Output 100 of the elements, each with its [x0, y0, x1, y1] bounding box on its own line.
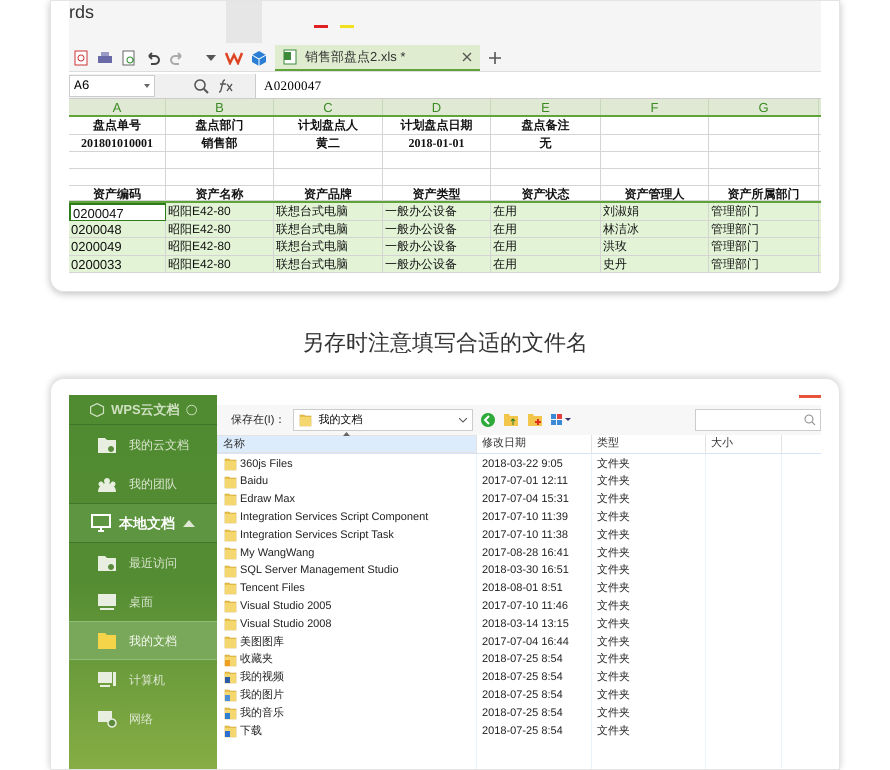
table-cell[interactable]	[383, 152, 491, 169]
table-cell[interactable]: 一般办公设备	[383, 238, 491, 256]
table-cell[interactable]: 资产类型	[383, 186, 491, 201]
file-name[interactable]: SQL Server Management Studio	[217, 562, 477, 579]
table-cell[interactable]: 刘淑娟	[601, 203, 709, 220]
file-name[interactable]: 360js Files	[217, 456, 477, 472]
zoom-icon[interactable]	[193, 78, 209, 94]
file-name[interactable]: 我的视频	[217, 669, 477, 686]
dropdown-icon[interactable]	[205, 54, 217, 62]
file-name[interactable]: 我的音乐	[217, 704, 477, 722]
table-cell[interactable]: 盘点备注	[491, 117, 601, 135]
table-cell[interactable]	[601, 168, 709, 186]
table-cell[interactable]: 林洁冰	[601, 220, 709, 238]
table-cell[interactable]: 管理部门	[709, 203, 819, 220]
column-header[interactable]: 修改日期	[477, 435, 592, 453]
table-cell[interactable]: 在用	[491, 203, 601, 220]
folder-up-icon[interactable]	[503, 413, 520, 427]
table-cell[interactable]	[383, 168, 491, 186]
collapse-arrow-icon[interactable]	[183, 519, 195, 527]
file-name[interactable]: Integration Services Script Task	[217, 526, 477, 544]
file-name[interactable]: 收藏夹	[217, 651, 477, 668]
table-cell[interactable]: 昭阳E42-80	[166, 256, 274, 273]
new-folder-icon[interactable]	[527, 413, 544, 427]
file-name[interactable]: Edraw Max	[217, 491, 477, 508]
table-cell[interactable]: 昭阳E42-80	[166, 220, 274, 238]
table-cell[interactable]	[491, 152, 601, 169]
table-cell[interactable]: 管理部门	[709, 256, 819, 273]
table-cell[interactable]	[601, 152, 709, 169]
wps-logo-icon[interactable]	[225, 51, 243, 66]
table-cell[interactable]	[491, 168, 601, 186]
table-cell[interactable]: 2018-01-01	[383, 134, 491, 152]
table-cell[interactable]: 一般办公设备	[383, 256, 491, 273]
view-grid-icon[interactable]	[551, 414, 574, 426]
table-cell[interactable]: 计划盘点人	[274, 117, 383, 135]
column-header[interactable]: 名称	[217, 435, 477, 453]
table-cell[interactable]: 无	[491, 134, 601, 152]
table-cell[interactable]: 盘点部门	[166, 117, 274, 135]
back-icon[interactable]	[481, 413, 496, 427]
file-name[interactable]: 我的图片	[217, 687, 477, 704]
table-cell[interactable]: 在用	[491, 238, 601, 256]
table-cell[interactable]: 联想台式电脑	[274, 256, 383, 273]
file-name[interactable]: Integration Services Script Component	[217, 509, 477, 526]
table-cell[interactable]: 昭阳E42-80	[166, 203, 274, 220]
table-cell[interactable]	[274, 152, 383, 169]
table-cell[interactable]	[601, 134, 709, 152]
table-cell[interactable]: 在用	[491, 256, 601, 273]
table-cell[interactable]: 资产所属部门	[709, 186, 819, 201]
table-cell[interactable]: 联想台式电脑	[274, 238, 383, 256]
file-name[interactable]: Baidu	[217, 473, 477, 490]
file-name[interactable]: Tencent Files	[217, 580, 477, 597]
table-cell[interactable]	[709, 134, 819, 152]
table-cell[interactable]: 联想台式电脑	[274, 203, 383, 220]
table-cell[interactable]: 资产状态	[491, 186, 601, 201]
table-cell[interactable]	[69, 168, 166, 186]
table-cell[interactable]: 管理部门	[709, 238, 819, 256]
table-cell[interactable]: 0200033	[69, 256, 166, 273]
column-header[interactable]: 类型	[592, 435, 706, 453]
location-dropdown[interactable]: 我的文档	[293, 409, 474, 431]
table-cell[interactable]	[274, 168, 383, 186]
table-cell[interactable]: 在用	[491, 220, 601, 238]
table-cell[interactable]: 0200048	[69, 220, 166, 238]
table-cell[interactable]: 资产名称	[166, 186, 274, 201]
table-cell[interactable]	[709, 152, 819, 169]
table-cell[interactable]: 盘点单号	[69, 117, 166, 135]
file-name[interactable]: Visual Studio 2008	[217, 616, 477, 632]
search-field[interactable]	[695, 409, 821, 431]
table-cell[interactable]: 0200047	[69, 203, 166, 220]
file-name[interactable]: Visual Studio 2005	[217, 598, 477, 615]
table-cell[interactable]	[166, 152, 274, 169]
file-name[interactable]: 下载	[217, 722, 477, 740]
document-tab[interactable]: 销售部盘点2.xls *	[275, 45, 480, 72]
table-cell[interactable]: 黄二	[274, 134, 383, 152]
table-cell[interactable]: 销售部	[166, 134, 274, 152]
sort-arrow-icon[interactable]	[343, 432, 350, 436]
table-cell[interactable]: 联想台式电脑	[274, 220, 383, 238]
table-cell[interactable]: 计划盘点日期	[383, 117, 491, 135]
table-cell[interactable]	[166, 168, 274, 186]
table-cell[interactable]: 史丹	[601, 256, 709, 273]
table-cell[interactable]: 管理部门	[709, 220, 819, 238]
sidebar-section[interactable]: 本地文档	[69, 503, 217, 543]
table-cell[interactable]: 一般办公设备	[383, 203, 491, 220]
table-cell[interactable]	[601, 117, 709, 135]
function-icon[interactable]	[217, 78, 235, 94]
close-icon[interactable]	[462, 52, 472, 62]
help-icon[interactable]	[186, 402, 197, 416]
table-cell[interactable]: 一般办公设备	[383, 220, 491, 238]
close-button[interactable]	[799, 395, 821, 398]
table-cell[interactable]	[709, 168, 819, 186]
table-cell[interactable]: 资产编码	[69, 186, 166, 201]
table-cell[interactable]: 洪玫	[601, 238, 709, 256]
table-cell[interactable]: 资产管理人	[601, 186, 709, 201]
table-cell[interactable]	[709, 117, 819, 135]
name-box[interactable]: A6	[69, 75, 155, 98]
table-cell[interactable]: 201801010001	[69, 134, 166, 152]
table-cell[interactable]: 资产品牌	[274, 186, 383, 201]
plus-icon[interactable]	[488, 51, 502, 66]
table-cell[interactable]	[69, 152, 166, 169]
table-cell[interactable]: 0200049	[69, 238, 166, 256]
cube-icon[interactable]	[251, 50, 267, 66]
formula-field[interactable]: A0200047	[255, 74, 821, 98]
